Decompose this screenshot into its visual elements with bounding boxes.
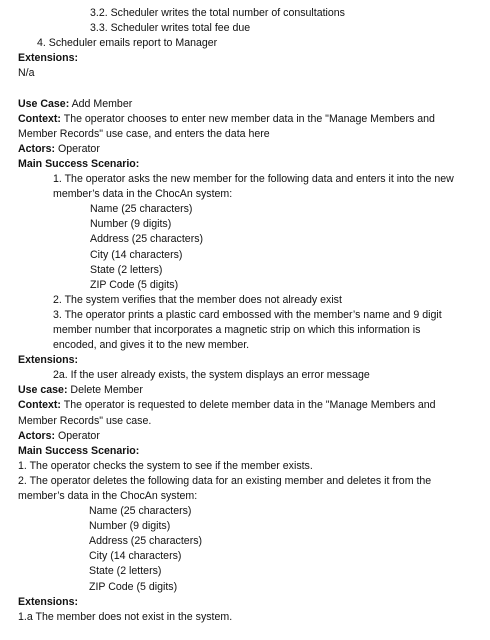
main-success-label: Main Success Scenario: [18, 157, 140, 170]
step-3-line-3: encoded, and gives it to the new member. [53, 339, 250, 352]
list-item-4: 4. Scheduler emails report to Manager [37, 37, 218, 50]
field-state: State (2 letters) [90, 263, 163, 276]
field-zip: ZIP Code (5 digits) [89, 580, 178, 593]
field-name: Name (25 characters) [89, 505, 192, 518]
field-address: Address (25 characters) [90, 233, 204, 246]
use-case-label: Use Case: [18, 97, 70, 110]
actors-value: Operator [55, 142, 100, 155]
list-item-3-3: 3.3. Scheduler writes total fee due [90, 22, 251, 35]
field-zip: ZIP Code (5 digits) [90, 278, 179, 291]
use-case-label: Use case: [18, 384, 68, 397]
actors-line: Actors: Operator [0, 142, 490, 157]
field-address: Address (25 characters) [89, 535, 203, 548]
main-success-label: Main Success Scenario: [18, 444, 140, 457]
main-success-heading: Main Success Scenario: [0, 157, 490, 172]
extensions-label: Extensions: [18, 354, 79, 367]
field-city: City (14 characters) [89, 550, 182, 563]
context-text: The operator is requested to delete memb… [60, 399, 436, 412]
context-text: The operator chooses to enter new member… [60, 112, 435, 125]
context-label: Context: [18, 112, 61, 125]
actors-label: Actors: [18, 142, 56, 155]
context-line-2: Member Records" use case, and enters the… [18, 127, 270, 140]
use-case-name: Add Member [69, 97, 133, 110]
main-success-heading: Main Success Scenario: [0, 444, 490, 459]
list-item-3-2: 3.2. Scheduler writes the total number o… [90, 7, 345, 19]
use-case-add-member: Use Case: Add Member [0, 97, 490, 112]
field-number: Number (9 digits) [90, 218, 172, 231]
step-2: 2. The system verifies that the member d… [53, 293, 342, 306]
field-name: Name (25 characters) [90, 203, 193, 216]
step-2-line-2: member’s data in the ChocAn system: [18, 490, 198, 502]
document-body: 3.2. Scheduler writes the total number o… [0, 6, 490, 625]
context-label: Context: [18, 399, 61, 412]
extension-1a: 1.a The member does not exist in the sys… [18, 610, 233, 623]
extension-2a: 2a. If the user already exists, the syst… [53, 369, 370, 382]
step-3-line-1: 3. The operator prints a plastic card em… [53, 308, 442, 321]
extensions-heading: Extensions: [0, 595, 490, 610]
extensions-label: Extensions: [18, 52, 79, 65]
context-line-2: Member Records" use case. [18, 414, 152, 427]
field-city: City (14 characters) [90, 248, 183, 261]
step-1: 1. The operator checks the system to see… [18, 459, 313, 472]
actors-value: Operator [55, 429, 100, 442]
step-1-line-1: 1. The operator asks the new member for … [53, 173, 454, 186]
extensions-heading: Extensions: [0, 353, 490, 368]
extensions-heading: Extensions: [0, 51, 490, 66]
context-line: Context: The operator chooses to enter n… [0, 112, 490, 127]
extensions-label: Extensions: [18, 595, 79, 608]
field-number: Number (9 digits) [89, 520, 171, 533]
step-1-line-2: member’s data in the ChocAn system: [53, 188, 233, 201]
use-case-name: Delete Member [67, 384, 143, 397]
extensions-value: N/a [18, 67, 35, 80]
actors-line: Actors: Operator [0, 429, 490, 444]
context-line: Context: The operator is requested to de… [0, 398, 490, 413]
actors-label: Actors: [18, 429, 56, 442]
use-case-delete-member: Use case: Delete Member [0, 383, 490, 398]
step-3-line-2: member number that incorporates a magnet… [53, 323, 421, 336]
field-state: State (2 letters) [89, 565, 162, 578]
step-2-line-1: 2. The operator deletes the following da… [18, 474, 432, 487]
